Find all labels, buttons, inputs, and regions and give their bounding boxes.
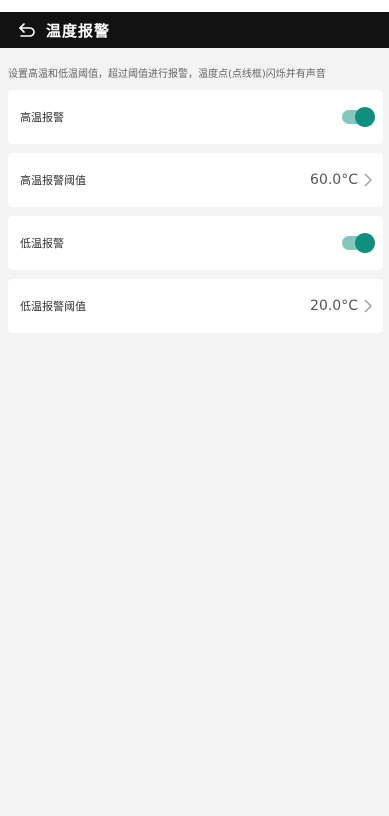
high-temp-alarm-label: 高温报警 xyxy=(20,111,64,124)
low-temp-threshold-value: 20.0°C xyxy=(310,298,358,314)
low-temp-alarm-toggle[interactable] xyxy=(342,233,375,253)
low-temp-alarm-label: 低温报警 xyxy=(20,237,64,250)
settings-list: 高温报警 高温报警阈值 60.0°C 低温报警 低温报警阈值 20.0°C xyxy=(0,90,389,333)
high-temp-alarm-row[interactable]: 高温报警 xyxy=(8,90,383,144)
description-text: 设置高温和低温阈值，超过阈值进行报警，温度点(点线框)闪烁并有声音 xyxy=(8,69,326,80)
chevron-right-icon xyxy=(364,173,374,187)
status-bar xyxy=(0,0,389,12)
high-temp-alarm-toggle[interactable] xyxy=(342,107,375,127)
chevron-right-icon xyxy=(364,299,374,313)
high-temp-threshold-label: 高温报警阈值 xyxy=(20,174,86,187)
page-title: 温度报警 xyxy=(46,21,111,40)
low-temp-threshold-label: 低温报警阈值 xyxy=(20,300,86,313)
toggle-knob xyxy=(355,107,375,127)
toggle-knob xyxy=(355,233,375,253)
back-button[interactable] xyxy=(14,17,40,43)
high-temp-threshold-value-wrap: 60.0°C xyxy=(310,172,374,188)
low-temp-threshold-value-wrap: 20.0°C xyxy=(310,298,374,314)
top-bar: 温度报警 xyxy=(0,12,389,48)
high-temp-threshold-value: 60.0°C xyxy=(310,172,358,188)
back-arrow-icon xyxy=(19,23,35,37)
low-temp-alarm-row[interactable]: 低温报警 xyxy=(8,216,383,270)
high-temp-threshold-row[interactable]: 高温报警阈值 60.0°C xyxy=(8,153,383,207)
low-temp-threshold-row[interactable]: 低温报警阈值 20.0°C xyxy=(8,279,383,333)
